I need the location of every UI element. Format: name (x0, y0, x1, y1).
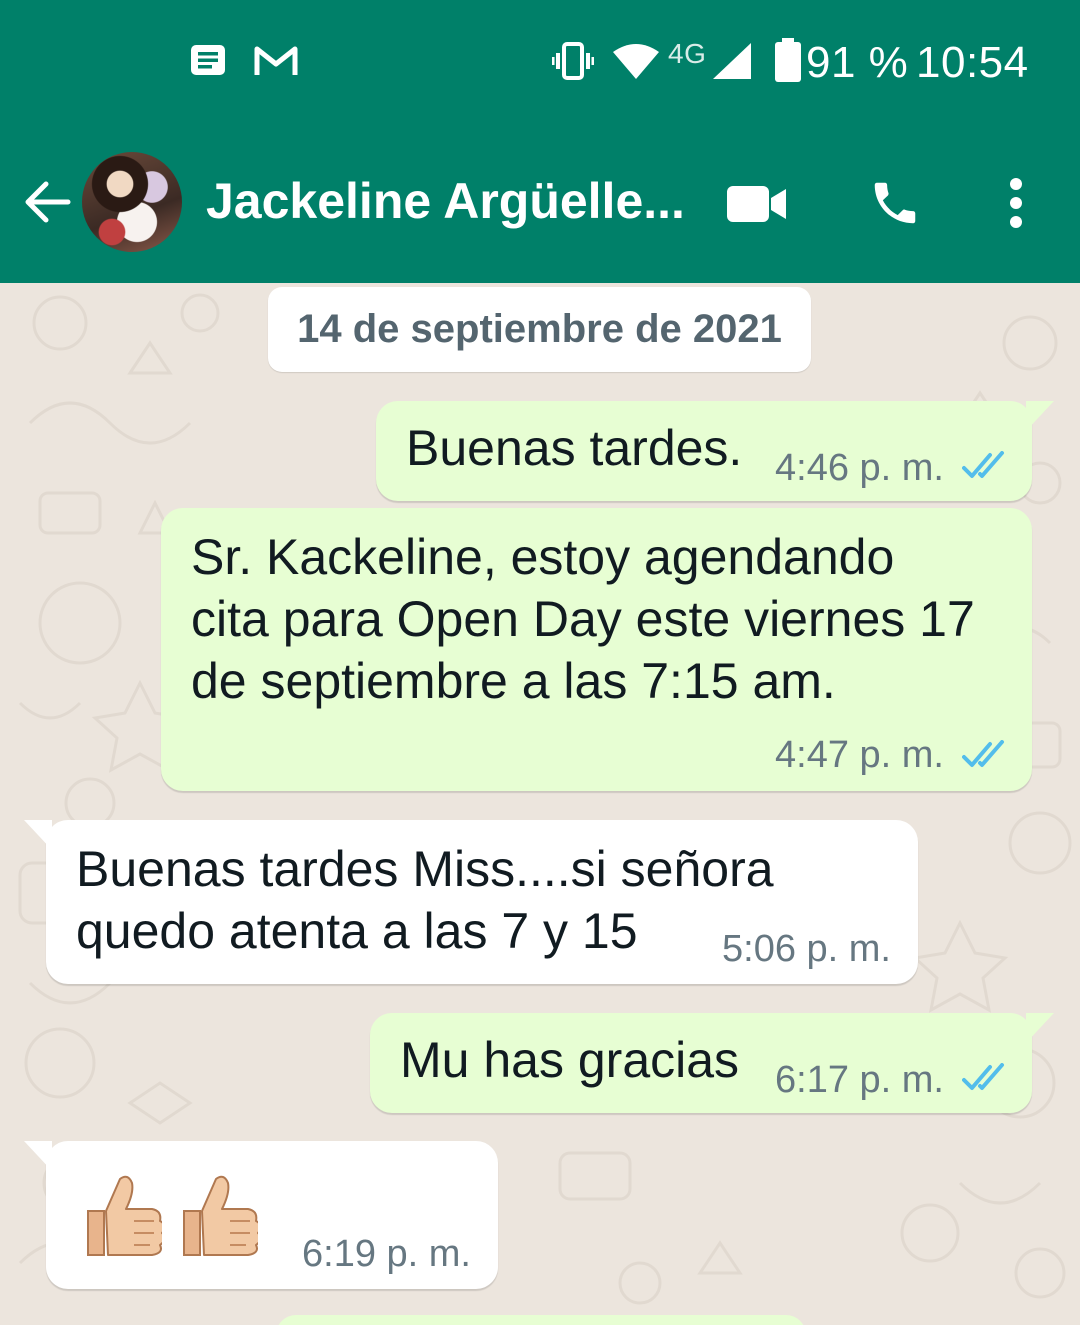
message-time: 5:06 p. m. (722, 928, 891, 970)
battery-percentage: 91 % (806, 38, 909, 87)
message-outgoing[interactable]: Mu has gracias 6:17 p. m. (370, 1013, 1054, 1113)
vibrate-icon (552, 42, 594, 80)
chat-area[interactable]: 14 de septiembre de 2021 Buenas tardes. … (0, 283, 1080, 1325)
read-receipt-icon (962, 451, 1004, 478)
wifi-icon (613, 44, 659, 79)
read-receipt-icon (962, 740, 1004, 767)
message-icon (191, 45, 225, 75)
message-time: 6:17 p. m. (775, 1059, 944, 1101)
message-incoming[interactable]: Buenas tardes Miss....si señora quedo at… (24, 820, 918, 984)
read-receipt-icon (962, 1063, 1004, 1090)
message-time: 4:47 p. m. (775, 734, 944, 776)
message-text: Mu has gracias (400, 1032, 740, 1088)
chat-header: Jackeline Argüelle... (0, 120, 1080, 283)
bubble-tail (1026, 1013, 1054, 1043)
message-outgoing[interactable]: Buenas tardes. 4:46 p. m. (376, 401, 1054, 501)
message-text: Buenas tardes. (406, 420, 743, 476)
network-type-label: 4G (668, 38, 707, 69)
more-options-icon[interactable] (1004, 176, 1028, 230)
date-separator: 14 de septiembre de 2021 (268, 287, 811, 372)
message-time: 4:46 p. m. (775, 447, 944, 489)
message-outgoing-partial[interactable] (276, 1315, 806, 1325)
bubble-tail (24, 820, 52, 850)
thumbs-up-icon (87, 1175, 166, 1256)
bubble-tail (1026, 401, 1054, 431)
message-time: 6:19 p. m. (302, 1233, 471, 1275)
signal-icon (713, 43, 751, 79)
gmail-icon (254, 46, 298, 75)
message-text: Sr. Kackeline, estoy agendando cita para… (191, 529, 975, 709)
battery-icon (775, 38, 801, 82)
message-text: Buenas tardes Miss....si señora quedo at… (76, 841, 774, 959)
avatar[interactable] (82, 152, 182, 252)
back-arrow-icon[interactable] (20, 176, 72, 228)
bubble-tail (24, 1141, 52, 1171)
thumbs-up-icon (183, 1175, 262, 1256)
phone-icon[interactable] (868, 176, 922, 230)
status-bar: 4G 91 % 10:54 (0, 0, 1080, 120)
message-outgoing[interactable]: Sr. Kackeline, estoy agendando cita para… (161, 508, 1032, 791)
message-incoming[interactable]: 👍👍 6:19 p. m. (24, 1141, 498, 1289)
contact-name[interactable]: Jackeline Argüelle... (206, 172, 685, 230)
emoji-message (78, 1171, 262, 1266)
video-call-icon[interactable] (726, 184, 788, 224)
clock: 10:54 (916, 38, 1029, 87)
